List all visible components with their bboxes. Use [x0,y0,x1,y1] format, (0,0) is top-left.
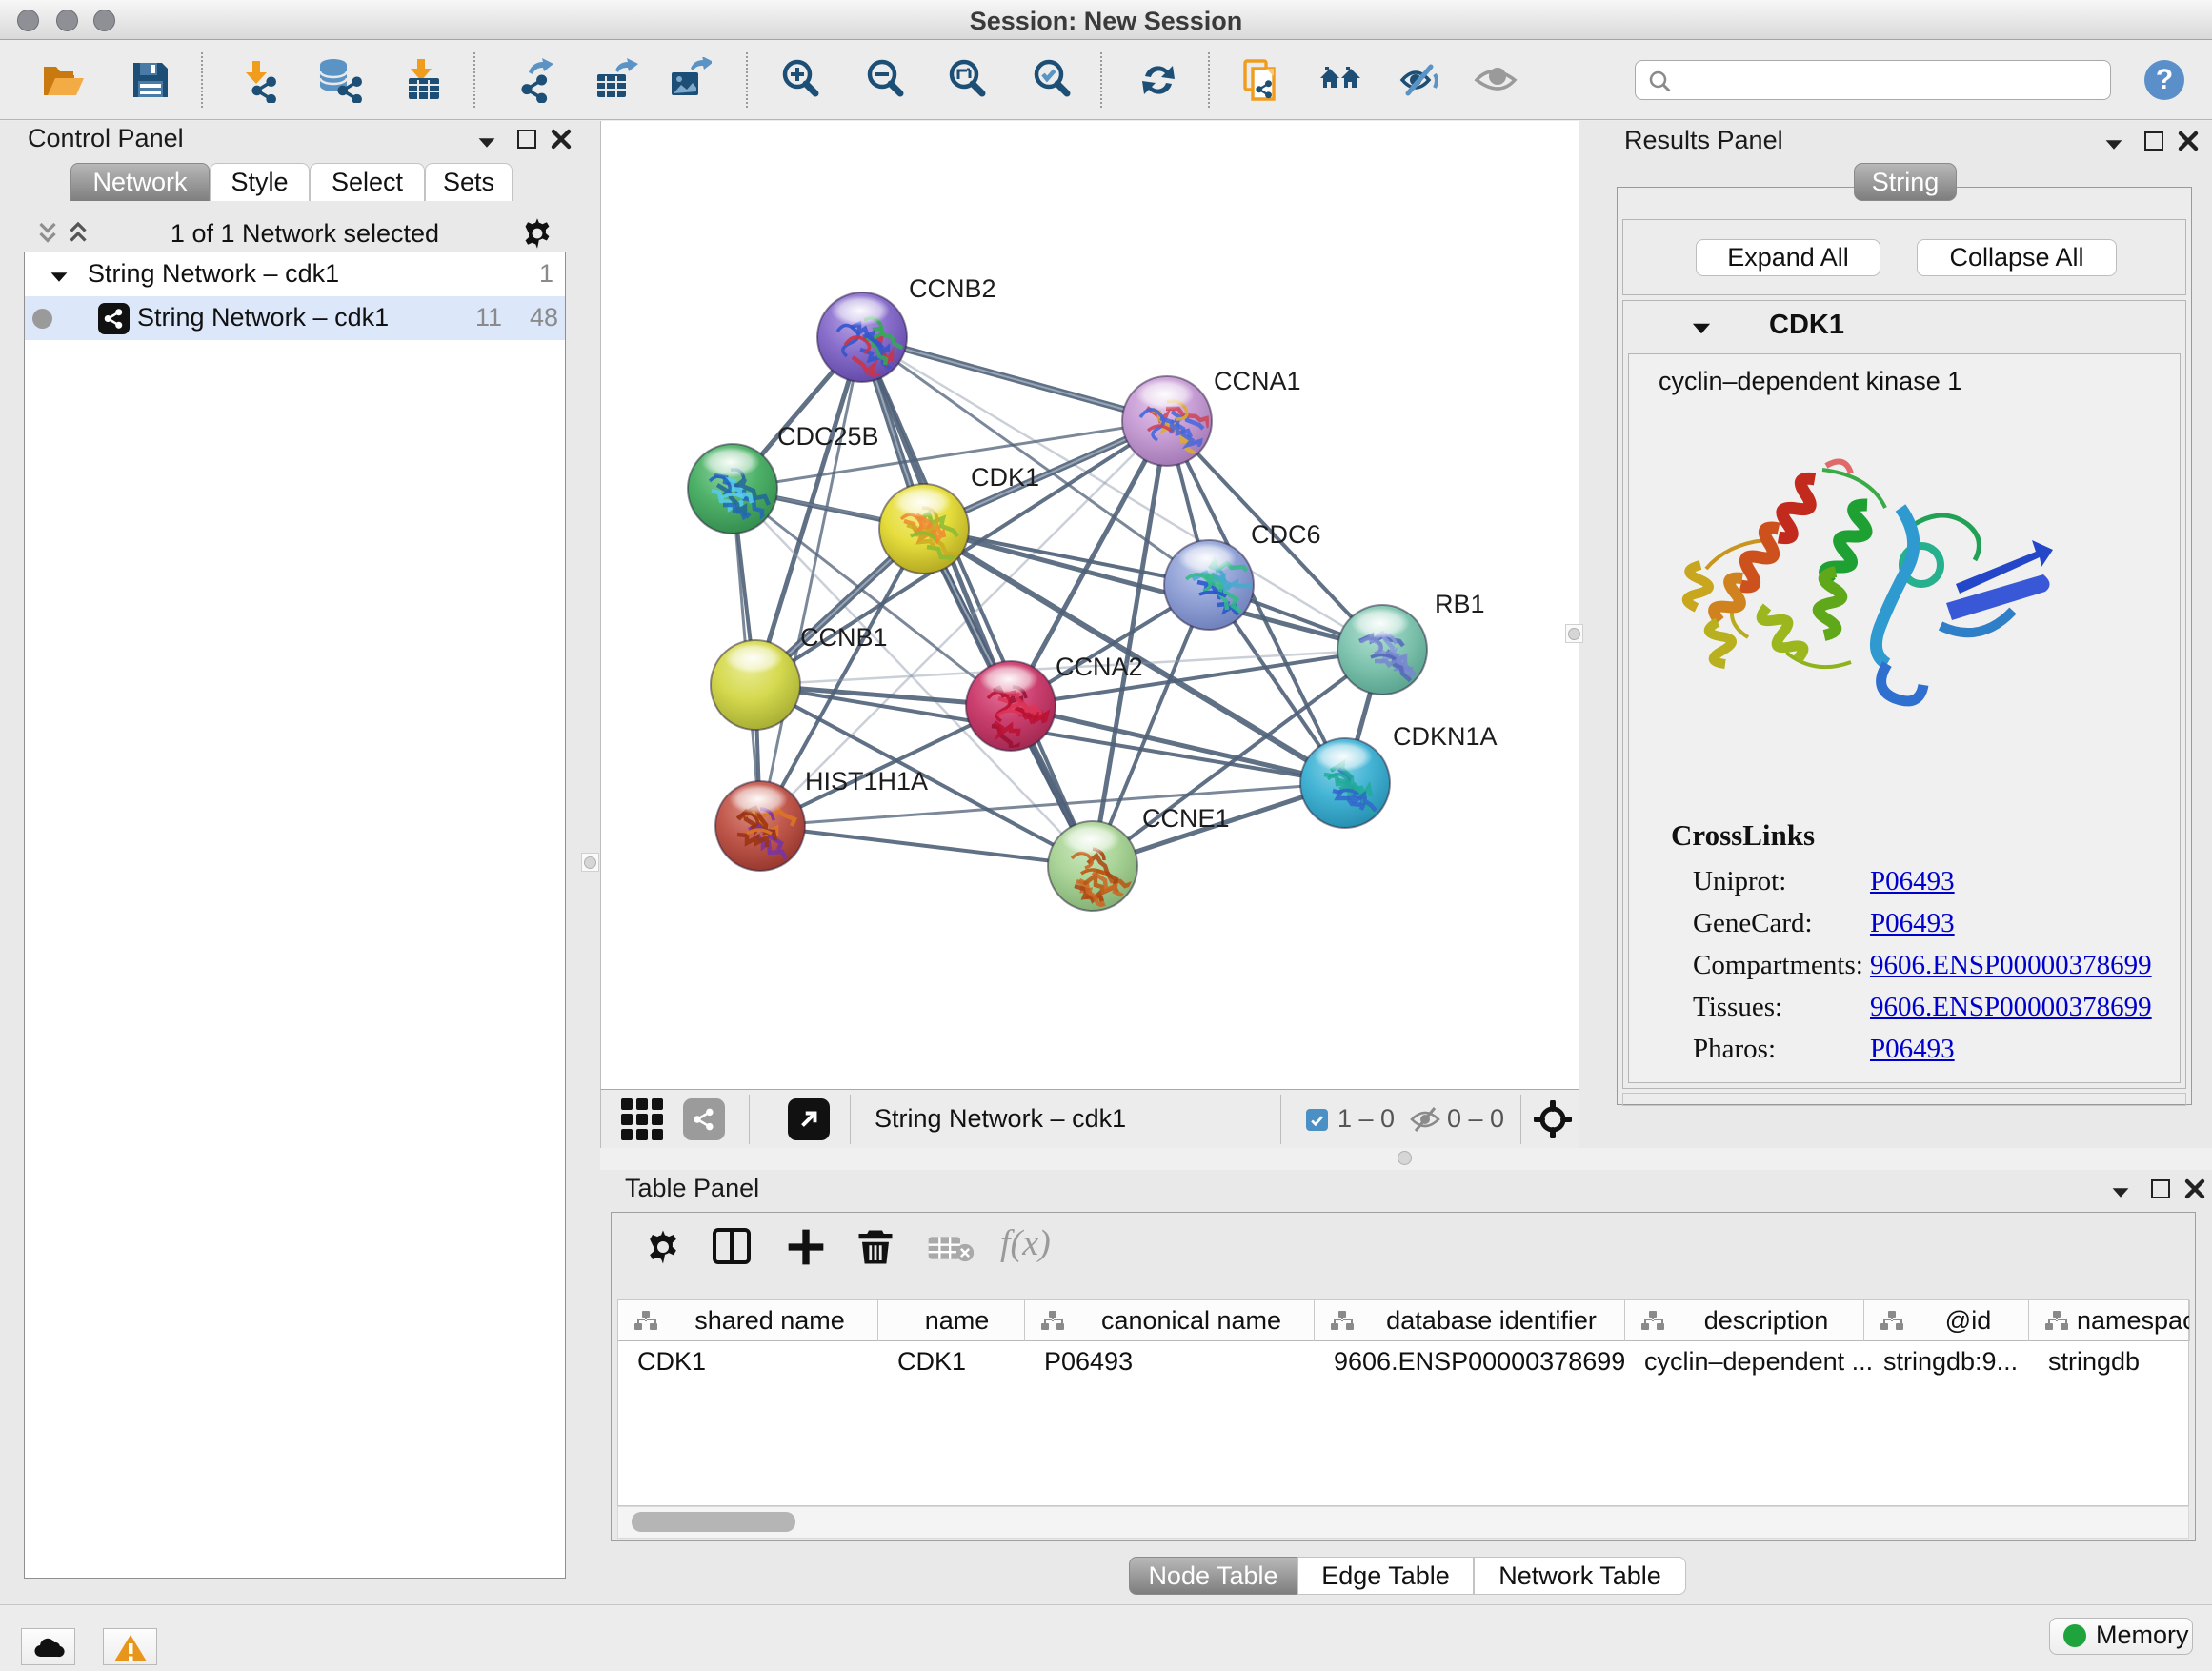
svg-text:CDK1: CDK1 [971,463,1039,492]
svg-text:CDC6: CDC6 [1251,520,1321,549]
svg-text:HIST1H1A: HIST1H1A [805,767,928,795]
svg-text:CCNA1: CCNA1 [1214,367,1301,395]
svg-text:CCNE1: CCNE1 [1142,804,1230,833]
svg-text:CDKN1A: CDKN1A [1393,722,1498,751]
svg-text:CCNA2: CCNA2 [1056,653,1143,681]
svg-text:CCNB2: CCNB2 [909,274,996,303]
svg-text:RB1: RB1 [1435,590,1485,618]
svg-text:CDC25B: CDC25B [777,422,879,451]
svg-text:CCNB1: CCNB1 [800,623,888,652]
